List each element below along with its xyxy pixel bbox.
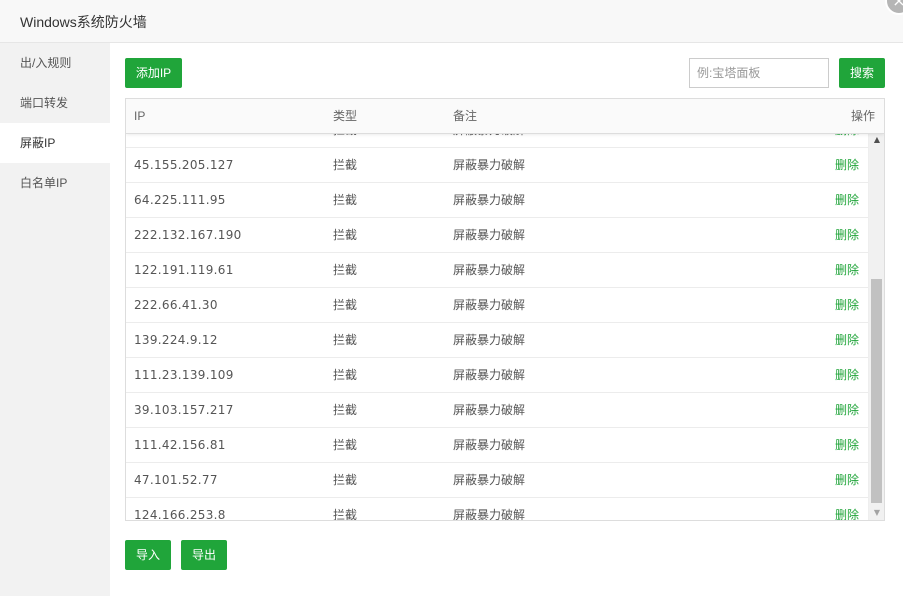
type-cell: 拦截	[333, 333, 358, 347]
note-cell: 屏蔽暴力破解	[453, 438, 526, 452]
table-header: IP 类型 备注 操作	[126, 99, 884, 134]
ip-cell: 39.103.157.217	[134, 403, 234, 417]
delete-link[interactable]: 删除	[835, 288, 859, 322]
blocked-ip-table: 219.150.254.151拦截屏蔽暴力破解删除45.155.205.127拦…	[125, 98, 885, 521]
scroll-up-arrow-icon[interactable]: ▲	[869, 133, 884, 147]
table-body: 219.150.254.151拦截屏蔽暴力破解删除45.155.205.127拦…	[126, 113, 868, 521]
note-cell: 屏蔽暴力破解	[453, 508, 526, 521]
dialog-titlebar: Windows系统防火墙	[0, 0, 903, 43]
delete-link[interactable]: 删除	[835, 358, 859, 392]
note-cell: 屏蔽暴力破解	[453, 228, 526, 242]
delete-link[interactable]: 删除	[835, 218, 859, 252]
sidebar-item-blocked-ip[interactable]: 屏蔽IP	[0, 123, 110, 163]
column-header-note: 备注	[453, 109, 478, 123]
import-button[interactable]: 导入	[125, 540, 171, 570]
sidebar-item-port-forwarding[interactable]: 端口转发	[0, 83, 110, 123]
ip-cell: 111.23.139.109	[134, 368, 234, 382]
sidebar-item-inbound-outbound-rules[interactable]: 出/入规则	[0, 43, 110, 83]
type-cell: 拦截	[333, 158, 358, 172]
table-row: 139.224.9.12 拦截 屏蔽暴力破解 删除	[126, 323, 868, 358]
note-cell: 屏蔽暴力破解	[453, 403, 526, 417]
type-cell: 拦截	[333, 193, 358, 207]
export-button[interactable]: 导出	[181, 540, 227, 570]
ip-cell: 47.101.52.77	[134, 473, 218, 487]
firewall-dialog: Windows系统防火墙 出/入规则 端口转发 屏蔽IP 白名单IP 添加IP …	[0, 0, 903, 596]
add-ip-button[interactable]: 添加IP	[125, 58, 182, 88]
note-cell: 屏蔽暴力破解	[453, 158, 526, 172]
column-header-ip: IP	[134, 109, 146, 123]
table-row: 39.103.157.217 拦截 屏蔽暴力破解 删除	[126, 393, 868, 428]
column-header-type: 类型	[333, 109, 358, 123]
delete-link[interactable]: 删除	[835, 428, 859, 462]
table-row: 124.166.253.8 拦截 屏蔽暴力破解 删除	[126, 498, 868, 521]
ip-cell: 124.166.253.8	[134, 508, 226, 521]
table-row: 222.66.41.30 拦截 屏蔽暴力破解 删除	[126, 288, 868, 323]
note-cell: 屏蔽暴力破解	[453, 263, 526, 277]
delete-link[interactable]: 删除	[835, 253, 859, 287]
type-cell: 拦截	[333, 228, 358, 242]
delete-link[interactable]: 删除	[835, 148, 859, 182]
delete-link[interactable]: 删除	[835, 183, 859, 217]
type-cell: 拦截	[333, 298, 358, 312]
table-scrollbar[interactable]: ▲ ▼	[868, 133, 884, 520]
note-cell: 屏蔽暴力破解	[453, 473, 526, 487]
column-header-action: 操作	[850, 109, 875, 123]
table-row: 47.101.52.77 拦截 屏蔽暴力破解 删除	[126, 463, 868, 498]
ip-cell: 45.155.205.127	[134, 158, 234, 172]
type-cell: 拦截	[333, 368, 358, 382]
type-cell: 拦截	[333, 263, 358, 277]
note-cell: 屏蔽暴力破解	[453, 368, 526, 382]
note-cell: 屏蔽暴力破解	[453, 298, 526, 312]
dialog-title: Windows系统防火墙	[20, 14, 147, 30]
type-cell: 拦截	[333, 403, 358, 417]
type-cell: 拦截	[333, 438, 358, 452]
sidebar: 出/入规则 端口转发 屏蔽IP 白名单IP	[0, 43, 110, 596]
delete-link[interactable]: 删除	[835, 498, 859, 520]
scrollbar-thumb[interactable]	[871, 279, 882, 503]
ip-cell: 111.42.156.81	[134, 438, 226, 452]
search-button[interactable]: 搜索	[839, 58, 885, 88]
table-row: 222.132.167.190 拦截 屏蔽暴力破解 删除	[126, 218, 868, 253]
note-cell: 屏蔽暴力破解	[453, 333, 526, 347]
delete-link[interactable]: 删除	[835, 323, 859, 357]
table-row: 111.23.139.109 拦截 屏蔽暴力破解 删除	[126, 358, 868, 393]
delete-link[interactable]: 删除	[835, 463, 859, 497]
delete-link[interactable]: 删除	[835, 393, 859, 427]
ip-cell: 222.66.41.30	[134, 298, 218, 312]
sidebar-item-whitelist-ip[interactable]: 白名单IP	[0, 163, 110, 203]
type-cell: 拦截	[333, 508, 358, 521]
table-row: 122.191.119.61 拦截 屏蔽暴力破解 删除	[126, 253, 868, 288]
ip-cell: 139.224.9.12	[134, 333, 218, 347]
ip-cell: 122.191.119.61	[134, 263, 234, 277]
table-row: 111.42.156.81 拦截 屏蔽暴力破解 删除	[126, 428, 868, 463]
type-cell: 拦截	[333, 473, 358, 487]
note-cell: 屏蔽暴力破解	[453, 193, 526, 207]
table-row: 64.225.111.95 拦截 屏蔽暴力破解 删除	[126, 183, 868, 218]
scroll-down-arrow-icon[interactable]: ▼	[869, 506, 884, 520]
table-row: 45.155.205.127 拦截 屏蔽暴力破解 删除	[126, 148, 868, 183]
ip-cell: 64.225.111.95	[134, 193, 226, 207]
ip-cell: 222.132.167.190	[134, 228, 242, 242]
search-input[interactable]	[689, 58, 829, 88]
